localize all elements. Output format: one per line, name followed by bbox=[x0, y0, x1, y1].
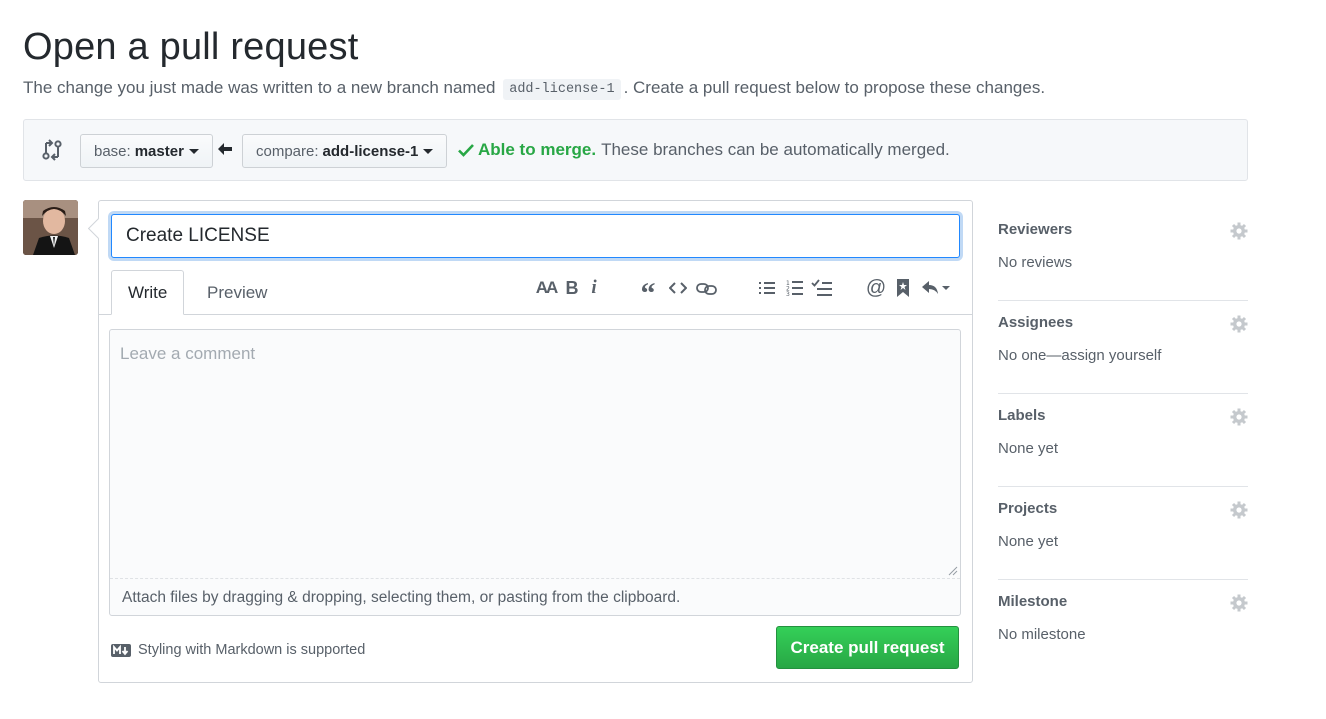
sidebar-heading-assignees[interactable]: Assignees bbox=[998, 314, 1073, 331]
sidebar-value-projects: None yet bbox=[998, 533, 1059, 550]
tab-preview[interactable]: Preview bbox=[191, 270, 283, 315]
gear-icon[interactable] bbox=[1230, 594, 1248, 612]
user-photo bbox=[23, 200, 78, 255]
tab-write[interactable]: Write bbox=[111, 270, 185, 315]
merge-status: Able to merge. These branches can be aut… bbox=[458, 140, 950, 160]
mention-icon[interactable]: @ bbox=[866, 277, 886, 299]
compare-branch-select[interactable]: compare: add-license-1 bbox=[242, 134, 448, 168]
base-branch-select[interactable]: base: master bbox=[80, 134, 213, 168]
comment-box: Attach files by dragging & dropping, sel… bbox=[109, 329, 961, 616]
sidebar-value-reviewers: No reviews bbox=[998, 254, 1073, 271]
sidebar-section-projects: Projects None yet bbox=[998, 487, 1248, 580]
chevron-down-icon bbox=[423, 148, 434, 154]
avatar[interactable] bbox=[23, 200, 78, 255]
page-subtitle: The change you just made was written to … bbox=[23, 78, 1046, 100]
merge-status-label: Able to merge. bbox=[478, 140, 597, 159]
tabs-divider bbox=[99, 314, 972, 315]
pull-request-composer: Write Preview AA B i “ 123 @ bbox=[98, 200, 973, 683]
gear-icon[interactable] bbox=[1230, 501, 1248, 519]
quote-icon[interactable]: “ bbox=[637, 277, 659, 310]
attach-files-hint[interactable]: Attach files by dragging & dropping, sel… bbox=[110, 578, 960, 616]
sidebar-section-assignees: Assignees No one—assign yourself bbox=[998, 301, 1248, 394]
check-icon bbox=[458, 144, 474, 157]
compare-prefix: compare: bbox=[256, 142, 319, 160]
markdown-support-note[interactable]: Styling with Markdown is supported bbox=[111, 642, 365, 658]
subtitle-text: The change you just made was written to … bbox=[23, 78, 496, 97]
merge-status-detail: These branches can be automatically merg… bbox=[601, 140, 950, 159]
bold-icon[interactable]: B bbox=[563, 277, 581, 299]
sidebar-section-reviewers: Reviewers No reviews bbox=[998, 208, 1248, 301]
sidebar-heading-reviewers[interactable]: Reviewers bbox=[998, 221, 1072, 238]
compare-branch-name: add-license-1 bbox=[322, 142, 419, 160]
gear-icon[interactable] bbox=[1230, 222, 1248, 240]
task-list-icon[interactable] bbox=[811, 277, 833, 299]
sidebar-heading-projects[interactable]: Projects bbox=[998, 500, 1057, 517]
gear-icon[interactable] bbox=[1230, 408, 1248, 426]
reply-icon[interactable] bbox=[921, 277, 951, 299]
arrow-left-icon bbox=[218, 143, 232, 155]
page-title: Open a pull request bbox=[23, 26, 359, 68]
sidebar-value-labels: None yet bbox=[998, 440, 1059, 457]
gear-icon[interactable] bbox=[1230, 315, 1248, 333]
italic-icon[interactable]: i bbox=[587, 277, 601, 299]
chevron-down-icon bbox=[188, 148, 199, 154]
subtitle-text-after: . Create a pull request below to propose… bbox=[623, 78, 1046, 97]
code-icon[interactable] bbox=[667, 277, 689, 299]
sidebar-value-milestone: No milestone bbox=[998, 626, 1086, 643]
sidebar-section-milestone: Milestone No milestone bbox=[998, 580, 1248, 673]
markdown-note-text: Styling with Markdown is supported bbox=[138, 642, 366, 658]
resize-handle-icon[interactable] bbox=[948, 566, 958, 576]
svg-text:3: 3 bbox=[786, 291, 790, 297]
base-branch-name: master bbox=[134, 142, 184, 160]
ordered-list-icon[interactable]: 123 bbox=[785, 277, 805, 299]
unordered-list-icon[interactable] bbox=[757, 277, 777, 299]
git-compare-icon bbox=[42, 139, 62, 161]
create-pull-request-button[interactable]: Create pull request bbox=[776, 626, 959, 669]
sidebar-heading-labels[interactable]: Labels bbox=[998, 407, 1046, 424]
sidebar-section-labels: Labels None yet bbox=[998, 394, 1248, 487]
sidebar-value-assignees[interactable]: No one—assign yourself bbox=[998, 347, 1161, 364]
branch-compare-bar: base: master compare: add-license-1 Able… bbox=[23, 119, 1248, 181]
sidebar-heading-milestone[interactable]: Milestone bbox=[998, 593, 1067, 610]
branch-name-code: add-license-1 bbox=[503, 79, 621, 100]
markdown-icon bbox=[111, 643, 131, 657]
comment-textarea[interactable] bbox=[110, 330, 960, 578]
pr-title-input[interactable] bbox=[111, 214, 960, 258]
header-icon[interactable]: AA bbox=[535, 277, 559, 299]
link-icon[interactable] bbox=[695, 277, 719, 299]
bookmark-icon[interactable] bbox=[895, 277, 911, 299]
base-prefix: base: bbox=[94, 142, 131, 160]
pr-sidebar: Reviewers No reviews Assignees No one—as… bbox=[998, 208, 1248, 673]
